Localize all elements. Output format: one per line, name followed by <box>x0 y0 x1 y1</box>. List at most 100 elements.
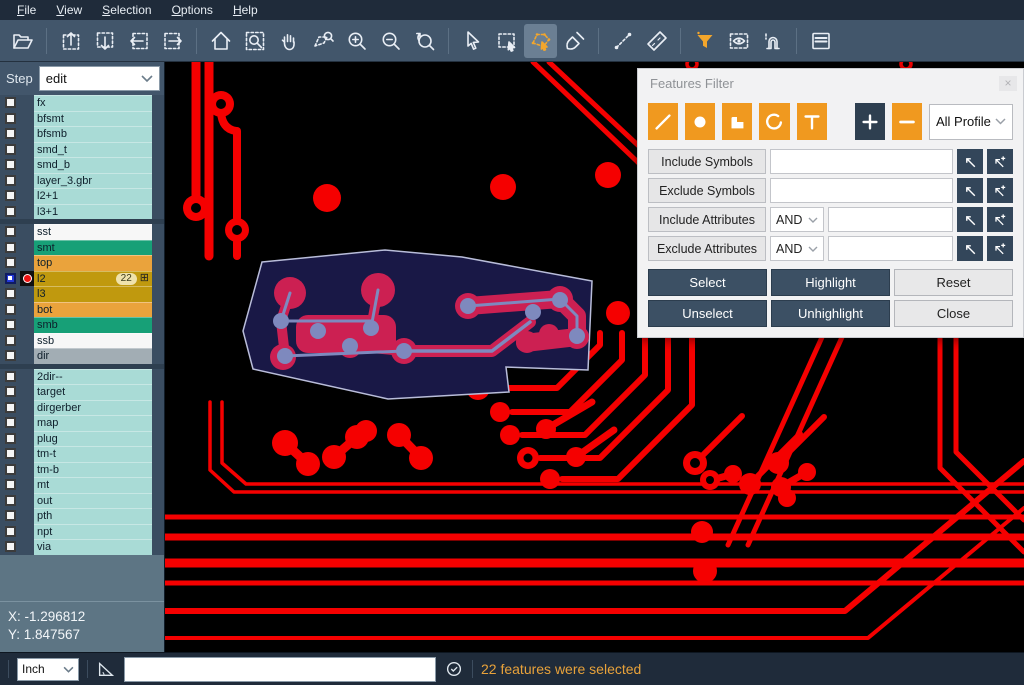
rect-select-icon[interactable] <box>490 24 523 58</box>
export-up-icon[interactable] <box>54 24 87 58</box>
layer-checkbox[interactable] <box>5 464 16 475</box>
select-cursor-icon[interactable] <box>456 24 489 58</box>
zoom-fit-icon[interactable] <box>238 24 271 58</box>
ruler-icon[interactable] <box>640 24 673 58</box>
active-layer-indicator-cell[interactable] <box>20 446 34 462</box>
layer-row-l2+1[interactable]: l2+1 <box>0 188 164 204</box>
layer-row-smd_t[interactable]: smd_t <box>0 142 164 158</box>
layer-row-tm-t[interactable]: tm-t <box>0 446 164 462</box>
layer-name-cell[interactable]: l222⊞ <box>34 271 152 287</box>
layer-name-cell[interactable]: layer_3.gbr <box>34 173 152 189</box>
active-layer-indicator-cell[interactable] <box>20 204 34 220</box>
layer-row-l2[interactable]: l222⊞ <box>0 271 164 287</box>
menu-item-selection[interactable]: Selection <box>93 0 160 20</box>
layer-checkbox[interactable] <box>5 175 16 186</box>
include-symbols-button[interactable]: Include Symbols <box>648 149 766 174</box>
layer-checkbox[interactable] <box>5 128 16 139</box>
layer-row-top[interactable]: top <box>0 255 164 271</box>
angle-measure-icon[interactable] <box>96 659 116 679</box>
layer-row-l3+1[interactable]: l3+1 <box>0 204 164 220</box>
layer-checkbox[interactable] <box>5 242 16 253</box>
refresh-icon[interactable] <box>444 659 464 679</box>
zoom-previous-icon[interactable] <box>408 24 441 58</box>
layer-row-l3[interactable]: l3 <box>0 286 164 302</box>
layer-name-cell[interactable]: top <box>34 255 152 271</box>
layer-name-cell[interactable]: map <box>34 415 152 431</box>
pick-attribute-icon[interactable] <box>957 236 983 261</box>
active-layer-indicator-cell[interactable] <box>20 384 34 400</box>
layer-name-cell[interactable]: bfsmt <box>34 111 152 127</box>
pick-symbol-add-icon[interactable] <box>987 149 1013 174</box>
layer-row-mt[interactable]: mt <box>0 477 164 493</box>
layer-row-bfsmt[interactable]: bfsmt <box>0 111 164 127</box>
exclude-attributes-logic-select[interactable]: AND <box>770 236 824 261</box>
home-icon[interactable] <box>204 24 237 58</box>
exclude-symbols-input[interactable] <box>770 178 953 203</box>
pad-feature-icon[interactable] <box>685 103 715 140</box>
include-attributes-input[interactable] <box>828 207 953 232</box>
view-highlight-icon[interactable] <box>722 24 755 58</box>
active-layer-indicator-cell[interactable] <box>20 188 34 204</box>
active-layer-indicator-cell[interactable] <box>20 255 34 271</box>
open-file-icon[interactable] <box>6 24 39 58</box>
layer-row-tm-b[interactable]: tm-b <box>0 462 164 478</box>
layer-name-cell[interactable]: tm-t <box>34 446 152 462</box>
layers-panel-icon[interactable] <box>804 24 837 58</box>
unhighlight-button[interactable]: Unhighlight <box>771 300 890 327</box>
layer-name-cell[interactable]: l3 <box>34 286 152 302</box>
layer-checkbox[interactable] <box>5 273 16 284</box>
active-layer-indicator-cell[interactable] <box>20 431 34 447</box>
unselect-button[interactable]: Unselect <box>648 300 767 327</box>
add-filter-icon[interactable] <box>855 103 885 140</box>
layer-row-dirgerber[interactable]: dirgerber <box>0 400 164 416</box>
zoom-in-icon[interactable] <box>340 24 373 58</box>
command-input[interactable] <box>124 657 436 682</box>
layer-row-smt[interactable]: smt <box>0 240 164 256</box>
exclude-symbols-button[interactable]: Exclude Symbols <box>648 178 766 203</box>
active-layer-indicator-cell[interactable] <box>20 369 34 385</box>
layer-checkbox[interactable] <box>5 190 16 201</box>
layer-row-bot[interactable]: bot <box>0 302 164 318</box>
filter-icon[interactable] <box>688 24 721 58</box>
layer-row-via[interactable]: via <box>0 539 164 555</box>
active-layer-indicator-cell[interactable] <box>20 111 34 127</box>
layer-row-out[interactable]: out <box>0 493 164 509</box>
layer-name-cell[interactable]: dirgerber <box>34 400 152 416</box>
layer-checkbox[interactable] <box>5 288 16 299</box>
line-feature-icon[interactable] <box>648 103 678 140</box>
layer-name-cell[interactable]: target <box>34 384 152 400</box>
pick-attribute-add-icon[interactable] <box>987 207 1013 232</box>
layer-row-2dir--[interactable]: 2dir-- <box>0 369 164 385</box>
layer-name-cell[interactable]: npt <box>34 524 152 540</box>
layer-checkbox[interactable] <box>5 541 16 552</box>
clear-brush-icon[interactable] <box>558 24 591 58</box>
include-attributes-button[interactable]: Include Attributes <box>648 207 766 232</box>
pick-attribute-add-icon[interactable] <box>987 236 1013 261</box>
active-layer-indicator-cell[interactable] <box>20 493 34 509</box>
active-layer-indicator-cell[interactable] <box>20 286 34 302</box>
layer-name-cell[interactable]: sst <box>34 224 152 240</box>
snap-icon[interactable] <box>756 24 789 58</box>
active-layer-indicator-cell[interactable] <box>20 173 34 189</box>
surface-feature-icon[interactable] <box>722 103 752 140</box>
layer-row-bfsmb[interactable]: bfsmb <box>0 126 164 142</box>
layer-name-cell[interactable]: out <box>34 493 152 509</box>
layer-name-cell[interactable]: smt <box>34 240 152 256</box>
layer-checkbox[interactable] <box>5 526 16 537</box>
layer-row-dir[interactable]: dir <box>0 348 164 364</box>
include-symbols-input[interactable] <box>770 149 953 174</box>
layer-checkbox[interactable] <box>5 304 16 315</box>
pan-hand-icon[interactable] <box>272 24 305 58</box>
active-layer-indicator-cell[interactable] <box>20 126 34 142</box>
import-down-icon[interactable] <box>88 24 121 58</box>
layer-row-target[interactable]: target <box>0 384 164 400</box>
layer-name-cell[interactable]: bfsmb <box>34 126 152 142</box>
layer-checkbox[interactable] <box>5 433 16 444</box>
zoom-area-icon[interactable] <box>306 24 339 58</box>
layer-checkbox[interactable] <box>5 97 16 108</box>
layer-row-plug[interactable]: plug <box>0 431 164 447</box>
layer-checkbox[interactable] <box>5 335 16 346</box>
layer-row-sst[interactable]: sst <box>0 224 164 240</box>
layer-row-map[interactable]: map <box>0 415 164 431</box>
exclude-attributes-input[interactable] <box>828 236 953 261</box>
